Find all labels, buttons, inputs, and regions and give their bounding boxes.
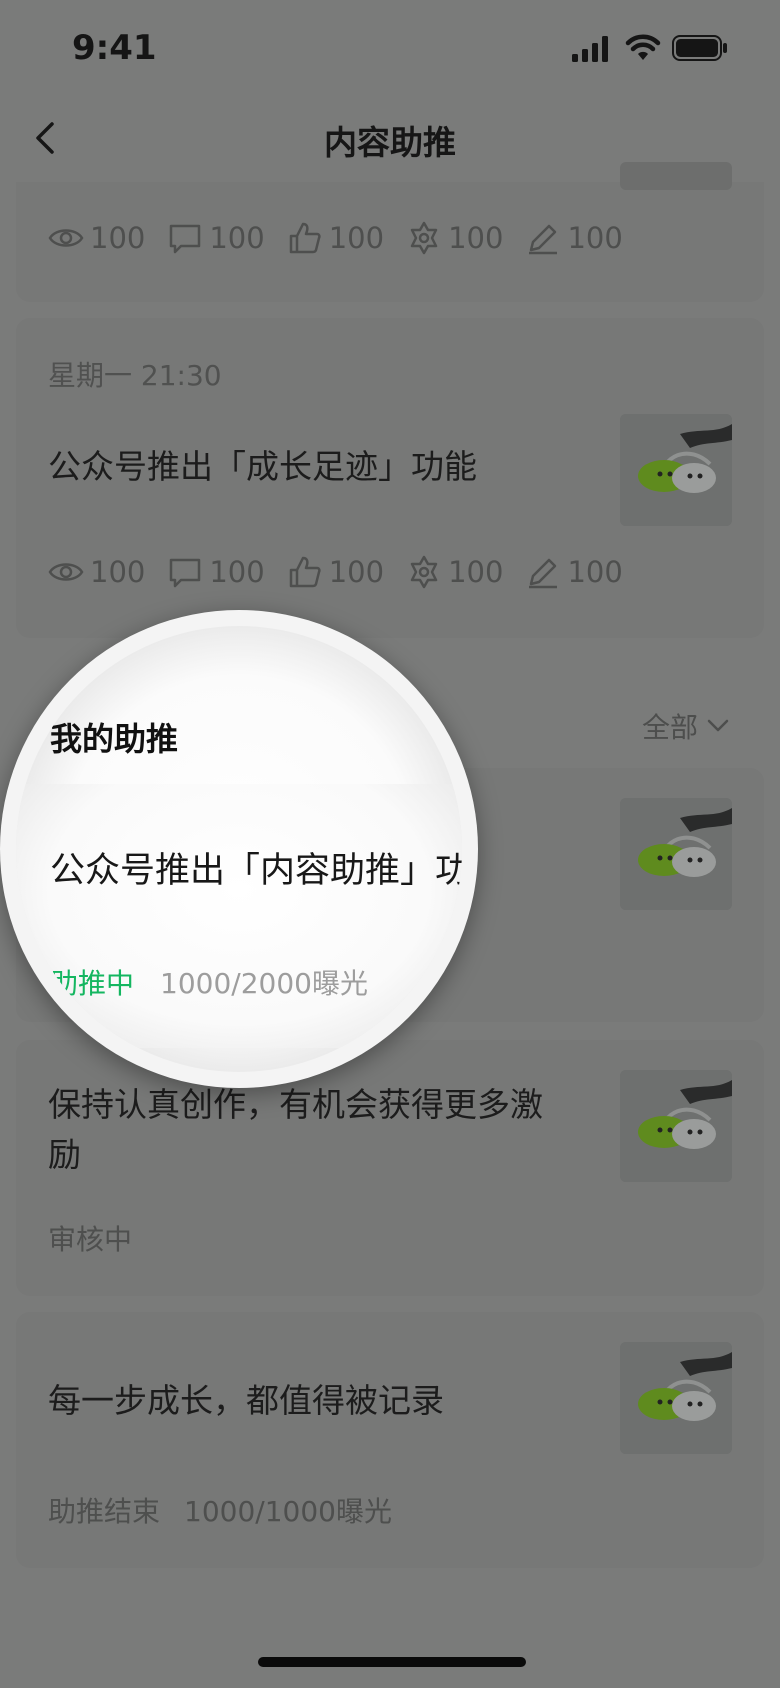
shares-stat: 100 [406, 554, 503, 590]
boost-status-row: 助推结束 1000/1000曝光 [48, 1490, 392, 1530]
likes-stat: 100 [287, 220, 384, 256]
status-bar: 9:41 [0, 0, 780, 96]
edit-icon [529, 558, 558, 589]
magnified-item-title: 公众号推出「内容助推」功能 [50, 851, 462, 891]
article-stats: 100 100 100 100 100 [48, 554, 645, 590]
magnifier-lens: 我的助推 公众号推出「内容助推」功能 助推中 1000/2000曝光 [16, 626, 462, 1072]
edit-icon [529, 224, 558, 255]
chevron-down-icon [707, 719, 729, 732]
boost-exposure: 1000/1000曝光 [184, 1495, 392, 1528]
filter-dropdown[interactable]: 全部 [642, 706, 732, 746]
article-time: 星期一 21:30 [48, 359, 222, 392]
edits-stat: 100 [525, 554, 623, 590]
magnified-status-row: 助推中 1000/2000曝光 [50, 962, 368, 1002]
comments-stat: 100 [167, 554, 265, 590]
thumbs-up-icon [289, 222, 321, 254]
share-icon [410, 555, 438, 589]
cellular-signal-icon [572, 36, 608, 62]
boost-status: 审核中 [48, 1223, 133, 1256]
article-card[interactable]: 星期一 21:30 公众号推出「成长足迹」功能 100 100 100 100 [16, 318, 764, 638]
home-indicator[interactable] [258, 1657, 526, 1667]
boost-item-title: 保持认真创作，有机会获得更多激 励 [48, 1085, 543, 1174]
boost-item-title: 每一步成长，都值得被记录 [48, 1381, 444, 1420]
share-icon [410, 221, 438, 255]
boost-item[interactable]: 每一步成长，都值得被记录 助推结束 1000/1000曝光 [16, 1312, 764, 1568]
boost-status: 助推结束 [48, 1495, 161, 1528]
views-stat: 100 [48, 554, 145, 590]
comment-icon [170, 224, 201, 254]
article-stats: 100 100 100 100 100 [48, 220, 645, 256]
wifi-icon [625, 34, 661, 60]
article-title: 公众号推出「成长足迹」功能 [48, 447, 477, 486]
article-thumbnail [620, 1070, 732, 1182]
eye-icon [48, 229, 84, 247]
eye-icon [48, 563, 84, 581]
comment-icon [170, 558, 201, 588]
battery-icon [672, 35, 727, 61]
page-title: 内容助推 [324, 123, 456, 162]
article-card-partial[interactable]: 100 100 100 100 100 [16, 162, 764, 302]
views-stat: 100 [48, 220, 145, 256]
thumbs-up-icon [289, 556, 321, 588]
boost-item[interactable]: 保持认真创作，有机会获得更多激 励 审核中 [16, 1040, 764, 1296]
magnified-card[interactable] [16, 784, 462, 1048]
boost-exposure: 1000/2000曝光 [160, 967, 368, 1000]
magnifier-highlight: 我的助推 公众号推出「内容助推」功能 助推中 1000/2000曝光 [0, 610, 478, 1088]
comments-stat: 100 [167, 220, 265, 256]
article-thumbnail [620, 414, 732, 526]
magnified-section-title: 我的助推 [50, 720, 179, 758]
article-thumbnail [620, 162, 732, 190]
likes-stat: 100 [287, 554, 384, 590]
edits-stat: 100 [525, 220, 623, 256]
status-time: 9:41 [72, 28, 157, 68]
filter-label: 全部 [641, 711, 698, 744]
boost-status-active: 助推中 [50, 967, 135, 1000]
article-thumbnail [620, 798, 732, 910]
shares-stat: 100 [406, 220, 503, 256]
article-thumbnail [620, 1342, 732, 1454]
